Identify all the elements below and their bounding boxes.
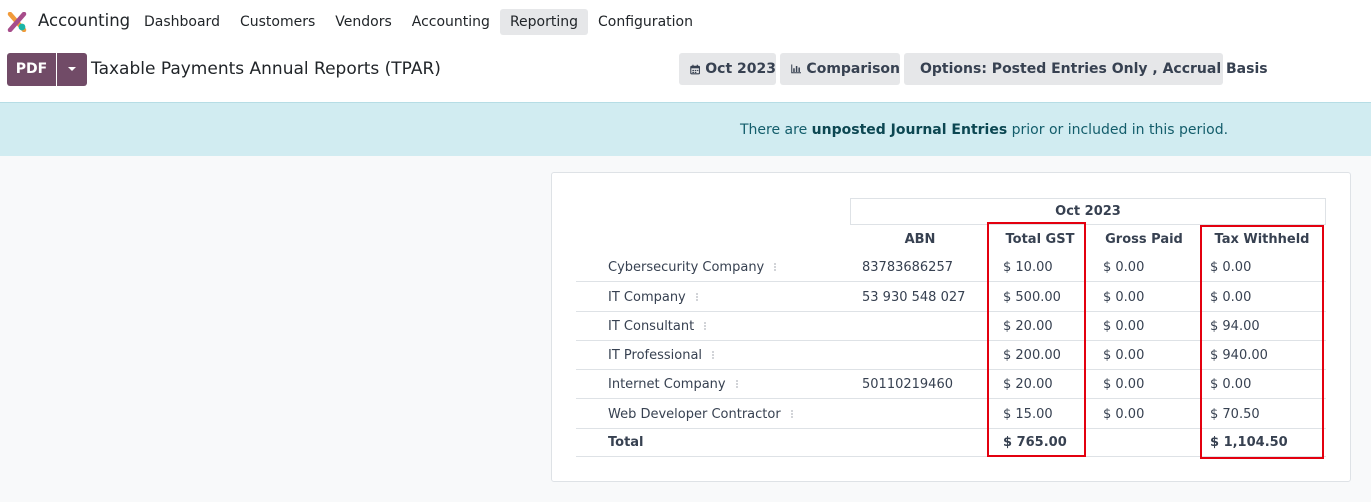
row-partner-name[interactable]: IT Company <box>608 283 700 312</box>
top-navbar: Accounting Dashboard Customers Vendors A… <box>0 0 1371 44</box>
col-header-gross-paid: Gross Paid <box>1105 232 1183 247</box>
bar-chart-icon <box>791 64 802 74</box>
col-header-abn: ABN <box>904 232 936 247</box>
row-options-icon[interactable] <box>695 292 700 302</box>
row-partner-name[interactable]: Web Developer Contractor <box>608 400 795 429</box>
alert-message: There are unposted Journal Entries prior… <box>740 122 1228 138</box>
main-menu: Dashboard Customers Vendors Accounting R… <box>134 9 703 35</box>
menu-customers[interactable]: Customers <box>230 9 325 35</box>
alert-suffix: prior or included in this period. <box>1011 122 1229 138</box>
date-filter-label: Oct 2023 <box>705 61 776 77</box>
menu-accounting[interactable]: Accounting <box>402 9 500 35</box>
row-abn: 53 930 548 027 <box>862 290 966 305</box>
row-partner-name[interactable]: IT Consultant <box>608 312 708 341</box>
options-button[interactable]: Options: Posted Entries Only , Accrual B… <box>904 53 1268 85</box>
row-abn: 50110219460 <box>862 377 953 392</box>
pdf-dropdown-toggle[interactable] <box>57 53 87 86</box>
row-partner-name[interactable]: Cybersecurity Company <box>608 253 778 282</box>
row-gross-paid: $ 0.00 <box>1103 260 1145 275</box>
period-header: Oct 2023 <box>850 198 1326 225</box>
comparison-button[interactable]: Comparison <box>780 53 900 85</box>
menu-configuration[interactable]: Configuration <box>588 9 703 35</box>
highlight-box-total-gst <box>987 222 1086 457</box>
date-filter-button[interactable]: Oct 2023 <box>679 53 776 85</box>
row-gross-paid: $ 0.00 <box>1103 319 1145 334</box>
row-options-icon[interactable] <box>790 409 795 419</box>
unposted-entries-link[interactable]: unposted Journal Entries <box>812 122 1008 138</box>
menu-vendors[interactable]: Vendors <box>325 9 401 35</box>
total-label: Total <box>608 435 644 450</box>
highlight-box-tax-withheld <box>1200 225 1324 459</box>
row-partner-name[interactable]: Internet Company <box>608 370 740 399</box>
report-title: Taxable Payments Annual Reports (TPAR) <box>91 59 441 79</box>
row-gross-paid: $ 0.00 <box>1103 407 1145 422</box>
row-gross-paid: $ 0.00 <box>1103 290 1145 305</box>
row-gross-paid: $ 0.00 <box>1103 348 1145 363</box>
row-abn: 83783686257 <box>862 260 953 275</box>
app-name[interactable]: Accounting <box>38 11 130 30</box>
accounting-app-icon[interactable] <box>7 12 27 32</box>
row-options-icon[interactable] <box>712 350 716 360</box>
row-gross-paid: $ 0.00 <box>1103 377 1145 392</box>
row-partner-name[interactable]: IT Professional <box>608 341 716 370</box>
pdf-button[interactable]: PDF <box>7 53 56 86</box>
options-label: Options: Posted Entries Only , Accrual B… <box>920 61 1268 77</box>
row-options-icon[interactable] <box>704 321 708 331</box>
menu-reporting[interactable]: Reporting <box>499 9 589 35</box>
row-options-icon[interactable] <box>735 379 740 389</box>
alert-prefix: There are <box>740 122 808 138</box>
menu-dashboard[interactable]: Dashboard <box>134 9 230 35</box>
row-options-icon[interactable] <box>774 262 778 272</box>
comparison-label: Comparison <box>806 61 900 77</box>
calendar-icon <box>690 64 701 74</box>
unposted-entries-alert: There are unposted Journal Entries prior… <box>0 102 1371 156</box>
